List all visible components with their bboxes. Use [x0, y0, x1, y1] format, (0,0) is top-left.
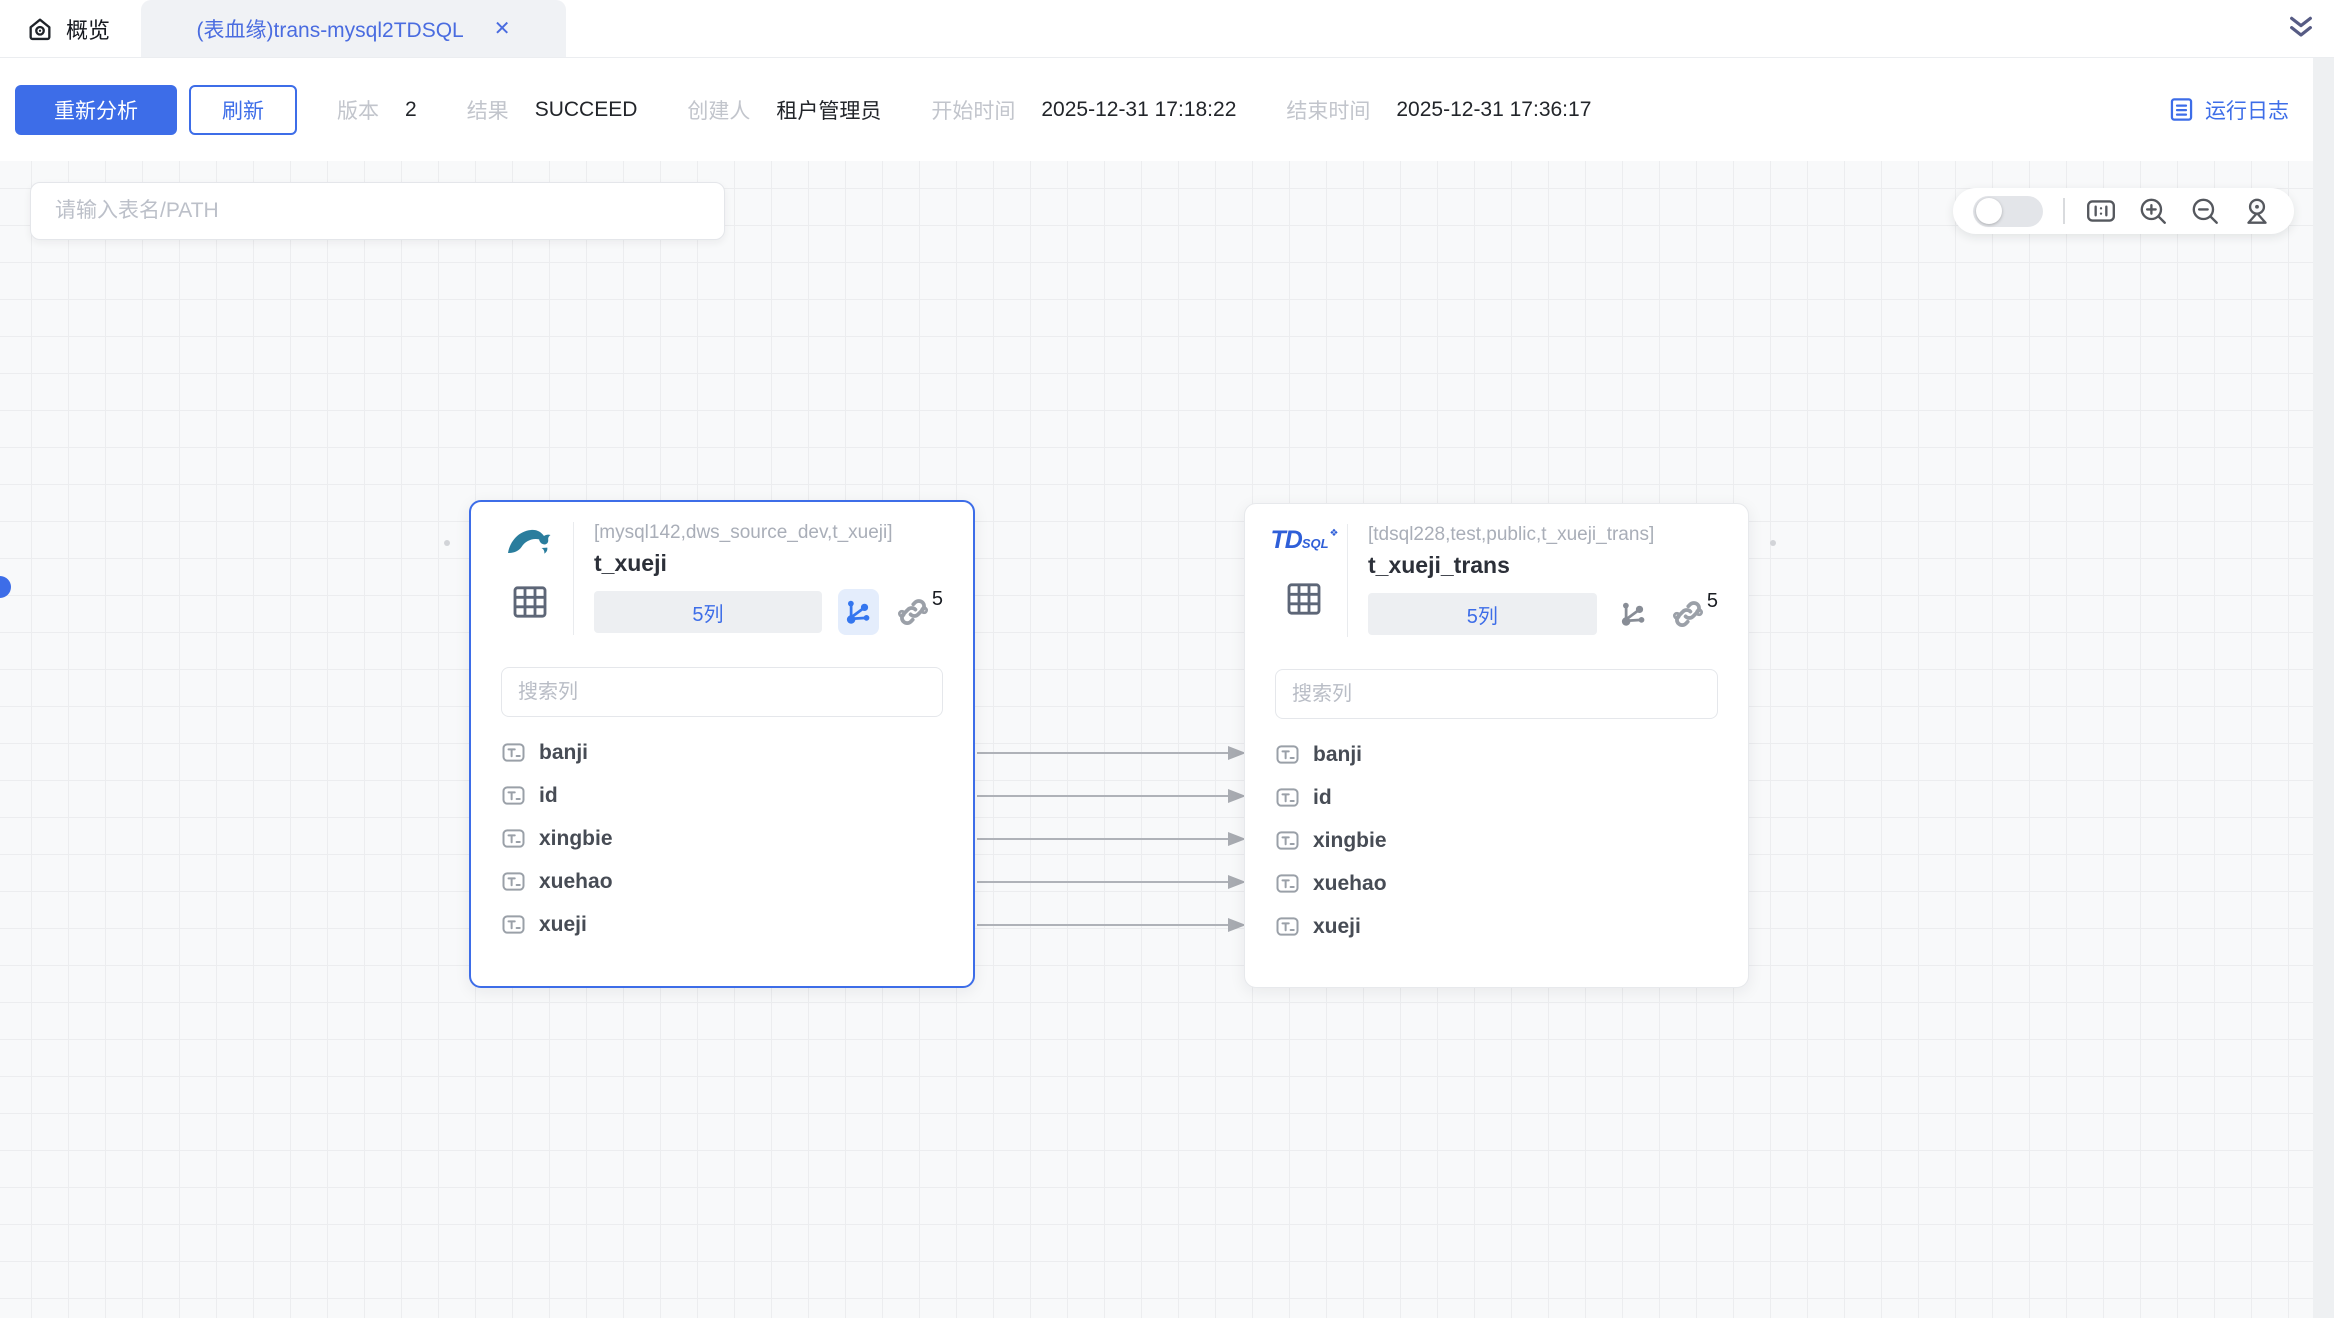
node-header: TDSQL❖ [tdsql228,test,public,t_xueji_tra… — [1275, 524, 1718, 637]
table-grid-icon — [509, 582, 551, 622]
run-log-link[interactable]: 运行日志 — [2168, 95, 2289, 125]
upstream-edge-stub — [0, 576, 11, 598]
collapsed-right-panel[interactable] — [2313, 58, 2334, 1318]
column-search-input[interactable] — [1275, 669, 1718, 719]
minimap-toggle[interactable] — [1973, 196, 2043, 227]
field-result: 结果 SUCCEED — [467, 95, 688, 125]
zoom-out-icon[interactable] — [2189, 195, 2221, 227]
lineage-arrows — [0, 161, 2313, 1318]
field-creator: 创建人 租户管理员 — [687, 95, 931, 125]
log-document-icon — [2168, 96, 2195, 123]
tab-label: (表血缘)trans-mysql2TDSQL — [197, 14, 464, 44]
column-row[interactable]: id — [501, 774, 943, 817]
field-type-icon — [1275, 828, 1300, 853]
table-search-input[interactable] — [30, 182, 725, 240]
header-divider — [573, 522, 574, 635]
field-end-time: 结束时间 2025-12-31 17:36:17 — [1286, 95, 1641, 125]
node-header: [mysql142,dws_source_dev,t_xueji] t_xuej… — [501, 522, 943, 635]
controls-divider — [2063, 198, 2065, 224]
version-value: 2 — [405, 98, 417, 122]
column-search-input[interactable] — [501, 667, 943, 717]
column-row[interactable]: banji — [1275, 733, 1718, 776]
columns-count-badge[interactable]: 5列 — [594, 591, 822, 633]
collapse-panel-button[interactable] — [2268, 0, 2334, 53]
column-list: banji id xingbie xuehao xueji — [1275, 733, 1718, 948]
related-links-button[interactable]: 5 — [895, 594, 943, 630]
node-title: t_xueji_trans — [1368, 552, 1718, 579]
field-type-icon — [1275, 785, 1300, 810]
lineage-toggle-button[interactable] — [1613, 591, 1654, 637]
field-start-time: 开始时间 2025-12-31 17:18:22 — [931, 95, 1286, 125]
column-row[interactable]: banji — [501, 731, 943, 774]
tdsql-logo-icon: TDSQL❖ — [1270, 526, 1337, 555]
column-list: banji id xingbie xuehao xueji — [501, 731, 943, 946]
column-row[interactable]: xuehao — [1275, 862, 1718, 905]
table-node-t-xueji[interactable]: [mysql142,dws_source_dev,t_xueji] t_xuej… — [469, 500, 975, 988]
table-node-t-xueji-trans[interactable]: TDSQL❖ [tdsql228,test,public,t_xueji_tra… — [1244, 503, 1749, 988]
left-port-dot — [444, 540, 450, 546]
mysql-dolphin-icon — [506, 524, 554, 558]
chain-link-icon — [895, 594, 931, 630]
start-time-value: 2025-12-31 17:18:22 — [1041, 98, 1236, 122]
tab-close-icon[interactable]: ✕ — [494, 16, 511, 41]
field-type-icon — [501, 869, 526, 894]
column-row[interactable]: xueji — [501, 903, 943, 946]
double-chevron-down-icon — [2285, 11, 2317, 43]
field-type-icon — [501, 912, 526, 937]
column-row[interactable]: id — [1275, 776, 1718, 819]
tab-table-lineage[interactable]: (表血缘)trans-mysql2TDSQL ✕ — [141, 0, 566, 57]
link-count: 5 — [1707, 590, 1718, 613]
column-row[interactable]: xueji — [1275, 905, 1718, 948]
zoom-in-icon[interactable] — [2137, 195, 2169, 227]
end-time-value: 2025-12-31 17:36:17 — [1396, 98, 1591, 122]
link-count: 5 — [932, 588, 943, 611]
table-grid-icon — [1283, 579, 1325, 619]
column-row[interactable]: xingbie — [501, 817, 943, 860]
canvas-controls — [1953, 188, 2294, 234]
related-links-button[interactable]: 5 — [1670, 596, 1718, 632]
lineage-toggle-button[interactable] — [838, 589, 879, 635]
field-version: 版本 2 — [337, 95, 467, 125]
field-type-icon — [501, 740, 526, 765]
header-divider — [1347, 524, 1348, 637]
home-icon — [26, 15, 54, 43]
creator-value: 租户管理员 — [776, 95, 881, 125]
right-port-dot — [1770, 540, 1776, 546]
node-title: t_xueji — [594, 550, 943, 577]
field-type-icon — [1275, 871, 1300, 896]
field-type-icon — [1275, 742, 1300, 767]
reanalyze-button[interactable]: 重新分析 — [15, 85, 177, 135]
field-type-icon — [501, 783, 526, 808]
actual-size-icon[interactable] — [2085, 195, 2117, 227]
refresh-button[interactable]: 刷新 — [189, 85, 297, 135]
top-header: 概览 (表血缘)trans-mysql2TDSQL ✕ — [0, 0, 2334, 58]
columns-count-badge[interactable]: 5列 — [1368, 593, 1597, 635]
field-type-icon — [501, 826, 526, 851]
locate-fit-icon[interactable] — [2241, 195, 2273, 227]
overview-nav[interactable]: 概览 — [26, 0, 110, 57]
overview-label: 概览 — [66, 13, 110, 45]
column-row[interactable]: xuehao — [501, 860, 943, 903]
chain-link-icon — [1670, 596, 1706, 632]
lineage-canvas[interactable]: [mysql142,dws_source_dev,t_xueji] t_xuej… — [0, 161, 2313, 1318]
analysis-toolbar: 重新分析 刷新 版本 2 结果 SUCCEED 创建人 租户管理员 开始时间 2… — [0, 58, 2334, 161]
node-path: [mysql142,dws_source_dev,t_xueji] — [594, 522, 943, 544]
toggle-knob — [1976, 198, 2002, 224]
node-path: [tdsql228,test,public,t_xueji_trans] — [1368, 524, 1718, 546]
field-type-icon — [1275, 914, 1300, 939]
column-row[interactable]: xingbie — [1275, 819, 1718, 862]
result-value: SUCCEED — [535, 98, 638, 122]
run-log-label: 运行日志 — [2205, 95, 2289, 125]
